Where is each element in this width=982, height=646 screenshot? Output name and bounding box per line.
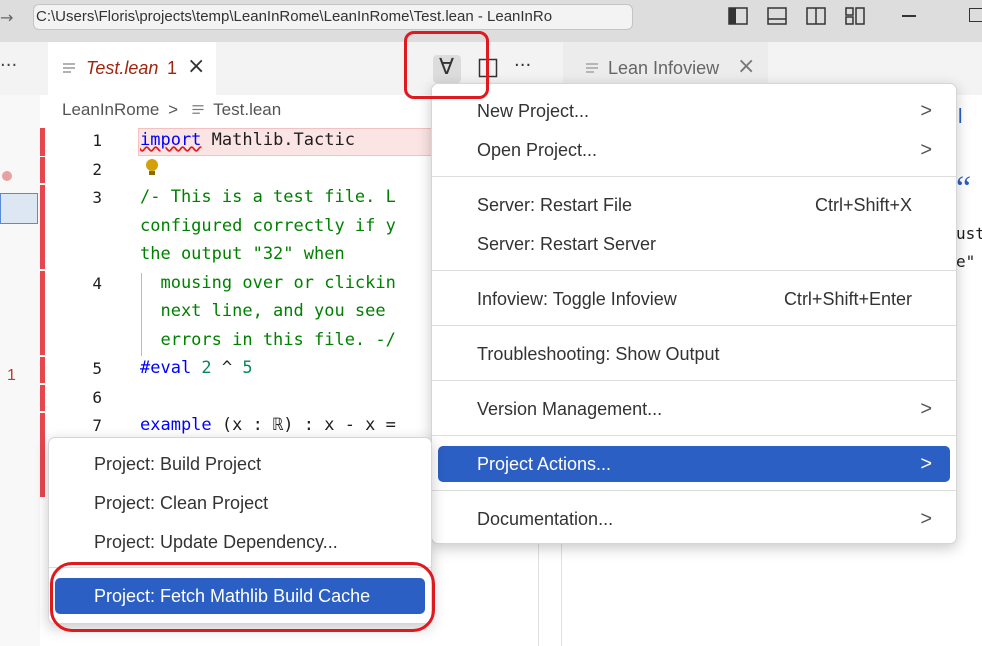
error-gutter-mark (40, 385, 45, 411)
maximize-icon[interactable] (969, 8, 982, 22)
error-gutter-mark (40, 185, 45, 269)
error-gutter-mark (40, 413, 45, 497)
breadcrumb-folder[interactable]: LeanInRome (62, 100, 159, 119)
keyword: #eval (140, 358, 192, 378)
lean-command-menu: New Project... > Open Project... > Server:… (431, 83, 957, 544)
chevron-right-icon: > (920, 508, 932, 530)
error-gutter-mark (40, 271, 45, 355)
close-tab-icon[interactable]: × (737, 54, 755, 79)
menu-item-new-project[interactable]: New Project... > (432, 93, 956, 129)
selected-item[interactable] (0, 193, 38, 224)
tab-test-lean[interactable]: Test.lean 1 × (48, 42, 216, 95)
code-text: (x : ℝ) : x - x = (211, 415, 396, 435)
breadcrumb-separator: > (168, 100, 179, 119)
code-comment-line[interactable]: errors in this file. -/ (140, 330, 395, 350)
close-tab-icon[interactable]: × (187, 54, 205, 79)
error-gutter-mark (40, 157, 45, 183)
line-number: 7 (92, 416, 102, 435)
problem-badge: 1 (7, 367, 16, 384)
file-lines-icon (192, 105, 204, 114)
line-number: 1 (92, 131, 102, 150)
menu-item-restart-server[interactable]: Server: Restart Server (432, 226, 956, 262)
menu-separator (432, 380, 956, 381)
toggle-secondary-sidebar-icon[interactable] (806, 7, 826, 25)
tab-label: Test.lean (86, 58, 159, 78)
command-center-title[interactable]: C:\Users\Floris\projects\temp\LeanInRome… (33, 4, 633, 30)
chevron-right-icon: > (920, 139, 932, 161)
code-line-7[interactable]: example (x : ℝ) : x - x = (140, 415, 396, 435)
indent-guide (141, 273, 142, 356)
menu-item-documentation[interactable]: Documentation... > (432, 501, 956, 537)
menu-item-project-actions[interactable]: Project Actions... > (438, 446, 950, 482)
infoview-fragment: l (958, 106, 963, 128)
number: 2 (191, 358, 212, 378)
code-comment-line[interactable]: the output "32" when (140, 244, 345, 264)
lightbulb-icon[interactable] (144, 158, 160, 178)
submenu-item-clean-project[interactable]: Project: Clean Project (49, 485, 431, 521)
operator: ^ (211, 358, 243, 378)
infoview-fragment: ust (956, 224, 982, 243)
back-arrow-icon[interactable]: → (0, 8, 13, 27)
menu-item-open-project[interactable]: Open Project... > (432, 132, 956, 168)
code-comment-line[interactable]: configured correctly if y (140, 216, 396, 236)
line-number: 6 (92, 388, 102, 407)
annotation-highlight-fetch-cache (50, 562, 435, 632)
line-number: 3 (92, 188, 102, 207)
file-lines-icon (63, 63, 75, 73)
code-comment-line[interactable]: next line, and you see (140, 301, 385, 321)
code-comment-line[interactable]: /- This is a test file. L (140, 187, 396, 207)
code-text: Mathlib.Tactic (201, 130, 355, 150)
chevron-right-icon: > (920, 398, 932, 420)
menu-separator (432, 270, 956, 271)
chevron-right-icon: > (920, 100, 932, 122)
line-number: 4 (92, 274, 102, 293)
menu-item-version-management[interactable]: Version Management... > (432, 391, 956, 427)
problem-count: 1 (167, 58, 178, 78)
toggle-primary-sidebar-icon[interactable] (728, 7, 748, 25)
minimize-icon[interactable] (902, 15, 916, 17)
infoview-fragment: e" (956, 252, 976, 271)
toggle-panel-icon[interactable] (767, 7, 787, 25)
submenu-item-update-dependency[interactable]: Project: Update Dependency... (49, 524, 431, 560)
menu-separator (432, 325, 956, 326)
views-more-icon[interactable]: ··· (0, 55, 17, 76)
line-number: 5 (92, 359, 102, 378)
breakpoint-dot-icon (2, 171, 12, 181)
editor-more-actions-icon[interactable]: ··· (514, 55, 531, 76)
menu-item-restart-file[interactable]: Server: Restart File Ctrl+Shift+X (432, 187, 956, 223)
number: 5 (242, 358, 253, 378)
menu-item-toggle-infoview[interactable]: Infoview: Toggle Infoview Ctrl+Shift+Ente… (432, 281, 956, 317)
keyword: import (140, 130, 202, 150)
error-gutter-mark (40, 128, 45, 156)
code-line-1[interactable]: import Mathlib.Tactic (140, 130, 355, 150)
keyword: example (140, 415, 212, 435)
menu-separator (432, 176, 956, 177)
error-gutter-mark (40, 357, 45, 383)
code-comment-line[interactable]: mousing over or clickin (140, 273, 395, 293)
infoview-fragment: “ (956, 170, 972, 207)
submenu-item-build-project[interactable]: Project: Build Project (49, 446, 431, 482)
chevron-right-icon: > (920, 453, 932, 475)
code-line-5[interactable]: #eval 2 ^ 5 (140, 358, 253, 378)
menu-separator (432, 435, 956, 436)
breadcrumb: LeanInRome > Test.lean (62, 100, 281, 120)
menu-separator (432, 490, 956, 491)
file-lines-icon (586, 63, 598, 73)
breadcrumb-file[interactable]: Test.lean (213, 100, 281, 119)
customize-layout-icon[interactable] (845, 7, 865, 25)
shortcut: Ctrl+Shift+Enter (783, 289, 912, 309)
shortcut: Ctrl+Shift+X (814, 195, 912, 215)
menu-item-show-output[interactable]: Troubleshooting: Show Output (432, 336, 956, 372)
line-number: 2 (92, 160, 102, 179)
annotation-highlight-forall-button (404, 31, 489, 99)
